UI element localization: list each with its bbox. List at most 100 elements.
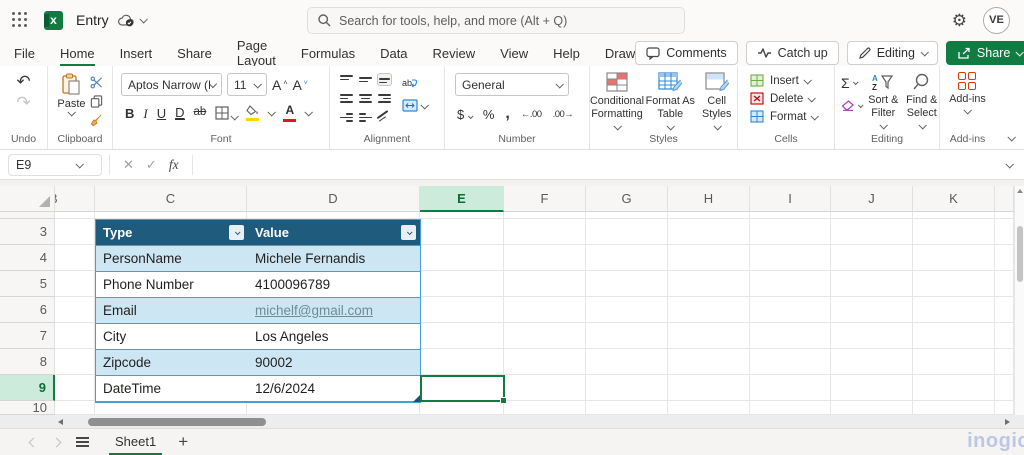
cell-f5[interactable] (504, 271, 586, 297)
column-header-I[interactable]: I (750, 186, 831, 212)
increase-indent-button[interactable] (358, 111, 373, 124)
double-underline-button[interactable]: D (175, 106, 184, 120)
document-title[interactable]: Entry (76, 12, 109, 28)
cell-j4[interactable] (831, 245, 913, 271)
cell-d4[interactable]: Michele Fernandis (248, 246, 420, 271)
cell-k5[interactable] (913, 271, 995, 297)
cell-j10[interactable] (831, 401, 913, 415)
comma-format-button[interactable]: , (505, 105, 509, 123)
shrink-font-button[interactable]: A˅ (292, 78, 307, 92)
cell-i8[interactable] (750, 349, 831, 375)
selected-cell-e9[interactable] (420, 375, 505, 402)
save-status[interactable] (118, 14, 146, 27)
number-format-select[interactable]: General (455, 73, 569, 96)
font-size-select[interactable]: 11 (227, 73, 267, 96)
menu-share[interactable]: Share (177, 40, 212, 66)
row-header-10[interactable]: 10 (0, 401, 55, 415)
prev-sheet-icon[interactable] (29, 437, 39, 447)
format-painter-button[interactable] (90, 114, 103, 127)
column-header-C[interactable]: C (95, 186, 247, 212)
table-header-type[interactable]: Type (96, 220, 248, 245)
underline-button[interactable]: U (157, 107, 166, 120)
cell-i4[interactable] (750, 245, 831, 271)
collapse-ribbon-button[interactable] (1007, 133, 1015, 141)
align-center-button[interactable] (358, 92, 373, 105)
table-header-value[interactable]: Value (248, 220, 420, 245)
italic-button[interactable]: I (143, 107, 147, 120)
cell[interactable] (995, 401, 1014, 415)
expand-formula-bar-icon[interactable] (1005, 160, 1013, 168)
cell[interactable] (247, 212, 420, 219)
menu-draw[interactable]: Draw (605, 40, 635, 66)
currency-format-button[interactable]: $ (457, 107, 472, 122)
settings-gear-icon[interactable]: ⚙ (952, 12, 967, 29)
cell-f9[interactable] (504, 375, 586, 401)
format-cells-button[interactable]: Format (750, 110, 834, 123)
strikethrough-button[interactable]: ab (194, 107, 207, 119)
merge-center-button[interactable] (402, 99, 427, 112)
cell-i9[interactable] (750, 375, 831, 401)
sheet-tab-sheet1[interactable]: Sheet1 (109, 429, 162, 455)
cell-b5[interactable] (55, 271, 95, 297)
cell-j8[interactable] (831, 349, 913, 375)
search-input[interactable]: Search for tools, help, and more (Alt + … (307, 7, 685, 34)
decrease-indent-button[interactable] (339, 111, 354, 124)
cell-c9[interactable]: DateTime (96, 376, 248, 401)
cell[interactable] (995, 212, 1014, 219)
menu-help[interactable]: Help (553, 40, 580, 66)
column-header-K[interactable]: K (913, 186, 995, 212)
cell-f4[interactable] (504, 245, 586, 271)
font-name-select[interactable]: Aptos Narrow (Bo... (121, 73, 222, 96)
account-avatar[interactable]: VE (983, 7, 1010, 34)
add-sheet-button[interactable]: + (178, 429, 188, 455)
cell-k9[interactable] (913, 375, 995, 401)
cell-i3[interactable] (750, 219, 831, 245)
scroll-up-arrow[interactable] (1017, 189, 1023, 193)
cell-g6[interactable] (586, 297, 668, 323)
cell-e6[interactable] (420, 297, 504, 323)
cell[interactable] (55, 212, 95, 219)
cell-k4[interactable] (913, 245, 995, 271)
cell-i5[interactable] (750, 271, 831, 297)
cell-b8[interactable] (55, 349, 95, 375)
cell-i7[interactable] (750, 323, 831, 349)
cell-g3[interactable] (586, 219, 668, 245)
cell-d10[interactable] (247, 401, 420, 415)
cell-h9[interactable] (668, 375, 750, 401)
cell-h4[interactable] (668, 245, 750, 271)
align-middle-button[interactable] (358, 73, 373, 86)
fill-color-button[interactable] (246, 105, 259, 121)
cell[interactable] (995, 297, 1014, 323)
cell-c7[interactable]: City (96, 324, 248, 349)
column-header-J[interactable]: J (831, 186, 913, 212)
grow-font-button[interactable]: A˄ (272, 78, 287, 92)
menu-home[interactable]: Home (60, 40, 95, 66)
cell-b3[interactable] (55, 219, 95, 245)
cell-h7[interactable] (668, 323, 750, 349)
align-left-button[interactable] (339, 92, 354, 105)
cell[interactable] (750, 212, 831, 219)
cell-i6[interactable] (750, 297, 831, 323)
cell-j9[interactable] (831, 375, 913, 401)
row-header-4[interactable]: 4 (0, 245, 55, 271)
row-header-5[interactable]: 5 (0, 271, 55, 297)
cell-d7[interactable]: Los Angeles (248, 324, 420, 349)
increase-decimal-button[interactable]: ←.00 (521, 109, 542, 120)
cell[interactable] (831, 212, 913, 219)
menu-review[interactable]: Review (433, 40, 476, 66)
row-header-6[interactable]: 6 (0, 297, 55, 323)
percent-format-button[interactable]: % (483, 107, 495, 122)
cell-j5[interactable] (831, 271, 913, 297)
table-resize-handle[interactable] (413, 395, 420, 402)
autosum-button[interactable]: Σ (841, 75, 862, 91)
cell-b6[interactable] (55, 297, 95, 323)
cell[interactable] (504, 212, 586, 219)
next-sheet-icon[interactable] (52, 437, 62, 447)
column-header-G[interactable]: G (586, 186, 668, 212)
cell-f8[interactable] (504, 349, 586, 375)
cell-j7[interactable] (831, 323, 913, 349)
formula-input[interactable] (200, 150, 1006, 179)
cell-c6[interactable]: Email (96, 298, 248, 323)
insert-cells-button[interactable]: Insert (750, 74, 834, 87)
cell-d9[interactable]: 12/6/2024 (248, 376, 420, 401)
